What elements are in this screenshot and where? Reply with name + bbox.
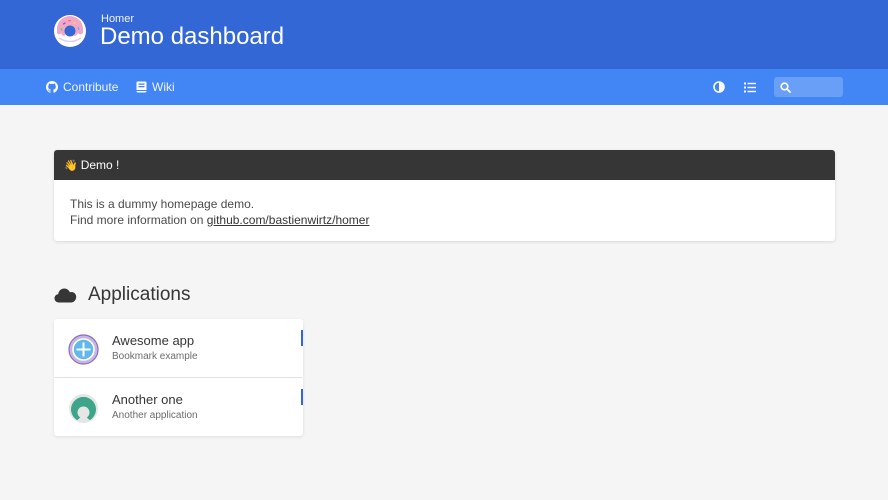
layout-toggle-button[interactable] bbox=[739, 69, 761, 105]
search-icon bbox=[780, 82, 791, 93]
darkmode-toggle-button[interactable] bbox=[708, 69, 730, 105]
group-title: Applications bbox=[54, 283, 190, 307]
open-source-icon bbox=[69, 394, 98, 423]
navbar: Contribute Wiki bbox=[0, 69, 888, 105]
donut-logo-icon bbox=[54, 15, 86, 47]
header: Homer Demo dashboard bbox=[0, 0, 888, 69]
service-card-another-one[interactable]: Another one Another application bbox=[54, 378, 303, 436]
nav-link-contribute[interactable]: Contribute bbox=[46, 69, 118, 105]
message-box: 👋 Demo ! This is a dummy homepage demo. … bbox=[54, 150, 835, 241]
nav-link-wiki-label: Wiki bbox=[152, 80, 175, 94]
service-name: Awesome app bbox=[112, 333, 195, 348]
waving-hand-icon: 👋 bbox=[64, 159, 78, 172]
nav-link-wiki[interactable]: Wiki bbox=[136, 69, 175, 105]
nav-link-contribute-label: Contribute bbox=[63, 80, 119, 94]
message-line-1: This is a dummy homepage demo. bbox=[70, 197, 255, 211]
book-icon bbox=[136, 81, 147, 93]
plus-circle-icon bbox=[68, 334, 99, 365]
github-icon bbox=[46, 81, 58, 93]
card-accent-bar bbox=[301, 389, 303, 405]
group-title-text: Applications bbox=[88, 284, 191, 305]
service-subtitle: Another application bbox=[112, 410, 198, 421]
service-name: Another one bbox=[112, 392, 183, 407]
cloud-icon bbox=[54, 288, 77, 303]
message-line-2-text: Find more information on bbox=[70, 213, 207, 227]
search-input[interactable] bbox=[794, 77, 840, 97]
message-header: 👋 Demo ! bbox=[54, 150, 835, 180]
message-body: This is a dummy homepage demo. Find more… bbox=[54, 180, 835, 228]
half-circle-icon bbox=[713, 81, 725, 93]
github-link[interactable]: github.com/bastienwirtz/homer bbox=[207, 213, 370, 227]
service-subtitle: Bookmark example bbox=[112, 351, 198, 362]
list-icon bbox=[744, 82, 756, 92]
service-card-awesome-app[interactable]: Awesome app Bookmark example bbox=[54, 319, 303, 377]
search-box[interactable] bbox=[774, 77, 843, 97]
message-line-2: Find more information on github.com/bast… bbox=[70, 212, 819, 228]
card-accent-bar bbox=[301, 330, 303, 346]
message-title: Demo ! bbox=[80, 158, 120, 172]
page-title: Demo dashboard bbox=[100, 23, 285, 50]
